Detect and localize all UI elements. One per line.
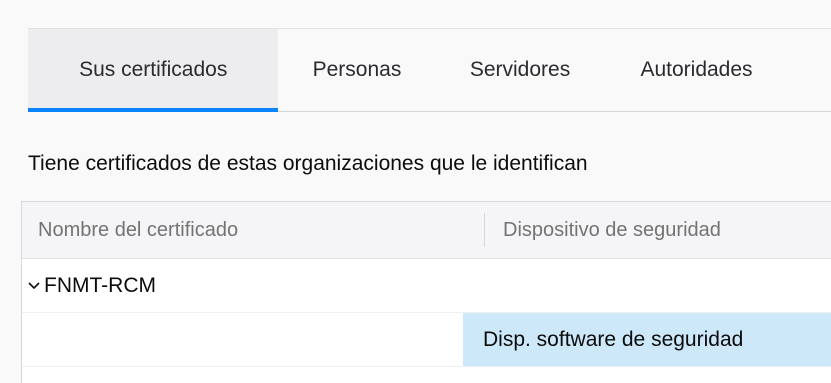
column-header-security-device[interactable]: Dispositivo de seguridad — [484, 213, 831, 247]
tab-bar: Sus certificados Personas Servidores Aut… — [28, 28, 831, 112]
tab-authorities[interactable]: Autoridades — [604, 29, 831, 111]
group-name: FNMT-RCM — [44, 273, 156, 297]
table-header: Nombre del certificado Dispositivo de se… — [22, 202, 831, 259]
security-device-cell: Disp. software de seguridad — [463, 313, 831, 366]
chevron-down-icon[interactable] — [24, 276, 44, 296]
certificates-table: Nombre del certificado Dispositivo de se… — [21, 201, 831, 383]
column-header-certificate-name[interactable]: Nombre del certificado — [22, 202, 484, 258]
table-row[interactable]: Disp. software de seguridad — [22, 313, 831, 367]
certificate-name-cell — [22, 313, 463, 366]
group-row-fnmt-rcm[interactable]: FNMT-RCM — [22, 259, 831, 313]
tab-servers[interactable]: Servidores — [436, 29, 605, 111]
certificate-manager: Sus certificados Personas Servidores Aut… — [0, 0, 831, 383]
tab-your-certificates[interactable]: Sus certificados — [28, 29, 279, 112]
table-empty-area — [22, 367, 831, 383]
certificates-description: Tiene certificados de estas organizacion… — [28, 152, 588, 175]
tab-people[interactable]: Personas — [278, 29, 435, 111]
